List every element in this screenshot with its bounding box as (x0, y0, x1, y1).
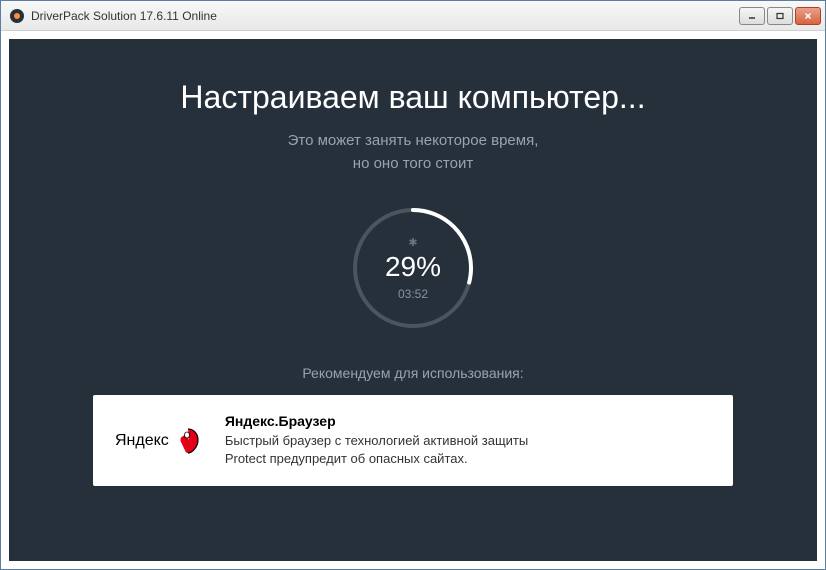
progress-indicator: ✱ 29% 03:52 (348, 203, 478, 333)
close-button[interactable] (795, 7, 821, 25)
subtitle-line-2: но оно того стоит (353, 155, 473, 172)
subtitle-line-1: Это может занять некоторое время, (288, 132, 539, 149)
window-controls (739, 7, 821, 25)
progress-percent: 29% (385, 251, 441, 283)
page-title: Настраиваем ваш компьютер... (180, 79, 645, 116)
minimize-button[interactable] (739, 7, 765, 25)
promo-description: Быстрый браузер с технологией активной з… (225, 432, 711, 468)
app-window: DriverPack Solution 17.6.11 Online Настр… (0, 0, 826, 570)
yandex-logo-text: Яндекс (115, 432, 169, 450)
window-title: DriverPack Solution 17.6.11 Online (31, 9, 739, 23)
yandex-icon (173, 426, 203, 456)
maximize-button[interactable] (767, 7, 793, 25)
titlebar[interactable]: DriverPack Solution 17.6.11 Online (1, 1, 825, 31)
gear-icon[interactable]: ✱ (408, 236, 417, 249)
content-area: Настраиваем ваш компьютер... Это может з… (9, 39, 817, 561)
recommend-label: Рекомендуем для использования: (302, 365, 523, 381)
app-icon (9, 8, 25, 24)
promo-title: Яндекс.Браузер (225, 413, 711, 429)
page-subtitle: Это может занять некоторое время, но оно… (288, 130, 539, 175)
progress-time: 03:52 (398, 287, 428, 301)
promo-body: Яндекс.Браузер Быстрый браузер с техноло… (225, 413, 711, 468)
promo-card[interactable]: Яндекс Яндекс.Браузер Быстрый браузер с … (93, 395, 733, 486)
promo-logo: Яндекс (115, 426, 203, 456)
